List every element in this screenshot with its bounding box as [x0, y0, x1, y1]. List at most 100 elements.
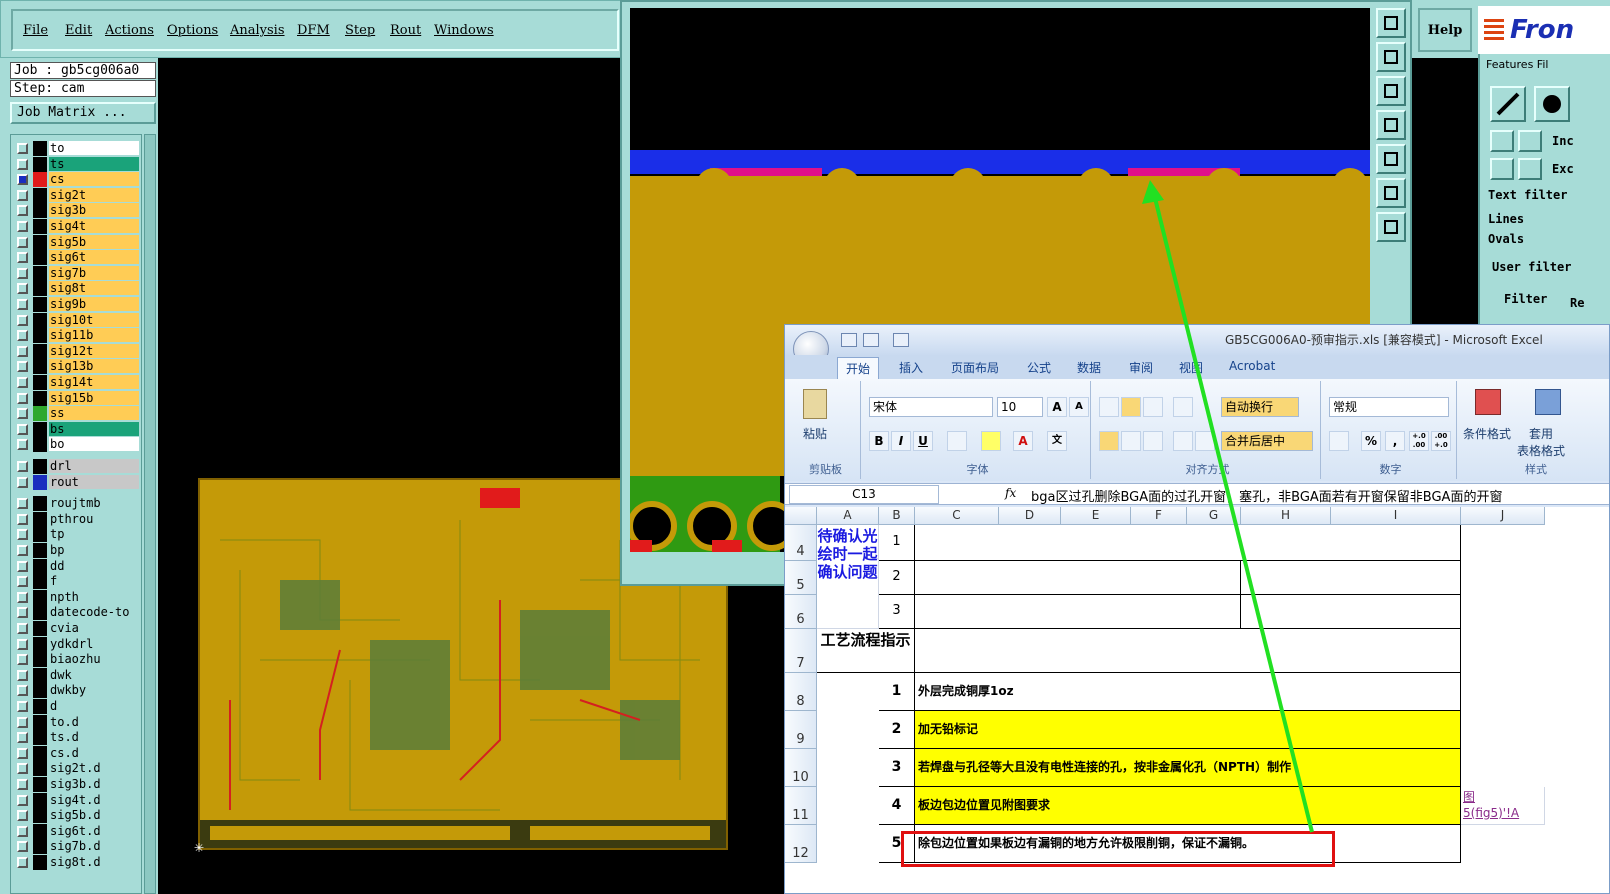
- layer-row[interactable]: ss: [11, 406, 141, 422]
- layer-checkbox[interactable]: [17, 560, 28, 572]
- layer-name[interactable]: sig4t.d: [49, 792, 139, 807]
- layer-row[interactable]: sig6t.d: [11, 823, 141, 839]
- tab-page-layout[interactable]: 页面布局: [951, 359, 999, 376]
- layer-name[interactable]: sig3b.d: [49, 777, 139, 791]
- zoom-down-button[interactable]: [1376, 76, 1406, 106]
- layer-color-swatch[interactable]: [33, 474, 47, 490]
- layer-color-swatch[interactable]: [33, 823, 47, 839]
- layer-name[interactable]: drl: [49, 459, 139, 473]
- layer-name[interactable]: dwkby: [49, 683, 139, 698]
- font-color-button[interactable]: A: [1013, 431, 1033, 451]
- layer-name[interactable]: ts: [49, 156, 139, 171]
- layer-color-swatch[interactable]: [33, 761, 47, 777]
- layer-name[interactable]: sig6t: [49, 250, 139, 265]
- layer-checkbox[interactable]: [17, 476, 28, 488]
- increase-decimal-button[interactable]: +.0 .00: [1409, 431, 1429, 451]
- undo-icon[interactable]: [863, 333, 879, 347]
- paste-label[interactable]: 粘贴: [803, 425, 827, 442]
- layer-checkbox[interactable]: [17, 439, 28, 451]
- layer-name[interactable]: to: [49, 141, 139, 155]
- layer-checkbox[interactable]: [17, 267, 28, 279]
- layer-name[interactable]: bo: [49, 437, 139, 452]
- layer-row[interactable]: sig11b: [11, 328, 141, 344]
- menu-options[interactable]: Options: [167, 23, 218, 38]
- layer-checkbox[interactable]: [17, 236, 28, 248]
- figure-hyperlink-line1[interactable]: 图: [1463, 789, 1544, 805]
- zoom-up-button[interactable]: [1376, 42, 1406, 72]
- include-select-button[interactable]: [1490, 130, 1514, 152]
- layer-row[interactable]: bs: [11, 421, 141, 437]
- layer-color-swatch[interactable]: [33, 527, 47, 543]
- layer-checkbox[interactable]: [17, 252, 28, 264]
- layer-color-swatch[interactable]: [33, 390, 47, 406]
- layer-name[interactable]: sig13b: [49, 359, 139, 374]
- layer-row[interactable]: cs: [11, 172, 141, 188]
- layer-color-swatch[interactable]: [33, 667, 47, 683]
- layer-color-swatch[interactable]: [33, 343, 47, 359]
- layer-row[interactable]: ts.d: [11, 730, 141, 746]
- layer-color-swatch[interactable]: [33, 574, 47, 590]
- layer-name[interactable]: sig8t.d: [49, 855, 139, 869]
- column-header-i[interactable]: I: [1331, 507, 1461, 525]
- name-box[interactable]: C13: [789, 485, 939, 504]
- layer-checkbox[interactable]: [17, 794, 28, 806]
- layer-name[interactable]: rout: [49, 474, 139, 489]
- menu-actions[interactable]: Actions: [105, 23, 154, 38]
- step-number-2[interactable]: 2: [879, 711, 915, 749]
- layer-name[interactable]: pthrou: [49, 511, 139, 526]
- layer-checkbox[interactable]: [17, 810, 28, 822]
- include-arrow-button[interactable]: [1518, 130, 1542, 152]
- layer-checkbox[interactable]: [17, 716, 28, 728]
- layer-row[interactable]: to.d: [11, 714, 141, 730]
- layer-name[interactable]: sig11b: [49, 328, 139, 343]
- layer-checkbox[interactable]: [17, 732, 28, 744]
- layer-name[interactable]: dd: [49, 558, 139, 573]
- reset-button[interactable]: Re: [1570, 296, 1584, 310]
- pad-tool-button[interactable]: [1534, 86, 1570, 122]
- layer-name[interactable]: to.d: [49, 714, 139, 729]
- layer-name[interactable]: f: [49, 574, 139, 589]
- help-button[interactable]: Help: [1418, 8, 1472, 52]
- layer-name[interactable]: sig15b: [49, 390, 139, 405]
- layer-checkbox[interactable]: [17, 591, 28, 603]
- italic-button[interactable]: I: [891, 431, 911, 451]
- layer-row[interactable]: d: [11, 699, 141, 714]
- layer-row[interactable]: bp: [11, 543, 141, 558]
- layer-color-swatch[interactable]: [33, 589, 47, 605]
- step-number-3[interactable]: 3: [879, 749, 915, 787]
- lines-checkbox[interactable]: Lines: [1488, 212, 1524, 226]
- layer-name[interactable]: sig3b: [49, 203, 139, 218]
- layer-list-scrollbar[interactable]: [144, 134, 156, 894]
- layer-checkbox[interactable]: [17, 283, 28, 295]
- layer-name[interactable]: sig2t.d: [49, 761, 139, 776]
- layer-color-swatch[interactable]: [33, 141, 47, 156]
- zoom-left-button[interactable]: [1376, 110, 1406, 140]
- column-header-b[interactable]: B: [879, 507, 915, 525]
- layer-color-swatch[interactable]: [33, 172, 47, 188]
- step-number-1[interactable]: 1: [879, 673, 915, 711]
- layer-color-swatch[interactable]: [33, 855, 47, 870]
- column-header-j[interactable]: J: [1461, 507, 1545, 525]
- layer-name[interactable]: ydkdrl: [49, 636, 139, 651]
- align-left-button[interactable]: [1099, 431, 1119, 451]
- conditional-format-label[interactable]: 条件格式: [1463, 425, 1511, 442]
- column-header-c[interactable]: C: [915, 507, 999, 525]
- row-header-9[interactable]: 9: [785, 711, 817, 749]
- phonetic-button[interactable]: 文: [1047, 431, 1067, 451]
- layer-name[interactable]: npth: [49, 589, 139, 604]
- paste-icon[interactable]: [803, 389, 827, 419]
- confirm-number-1[interactable]: 1: [879, 525, 915, 561]
- layer-row[interactable]: sig6t: [11, 250, 141, 266]
- figure-hyperlink[interactable]: 图 5(fig5)'!A: [1461, 787, 1545, 825]
- layer-color-swatch[interactable]: [33, 496, 47, 512]
- row-header-4[interactable]: 4: [785, 525, 817, 561]
- layer-checkbox[interactable]: [17, 461, 28, 472]
- layer-row[interactable]: drl: [11, 459, 141, 474]
- layer-color-swatch[interactable]: [33, 621, 47, 636]
- layer-name[interactable]: sig5b.d: [49, 808, 139, 823]
- exclude-arrow-button[interactable]: [1518, 158, 1542, 180]
- layer-name[interactable]: ts.d: [49, 730, 139, 745]
- number-format-box[interactable]: 常规: [1329, 397, 1449, 417]
- font-name-box[interactable]: 宋体: [869, 397, 993, 417]
- layer-color-swatch[interactable]: [33, 156, 47, 172]
